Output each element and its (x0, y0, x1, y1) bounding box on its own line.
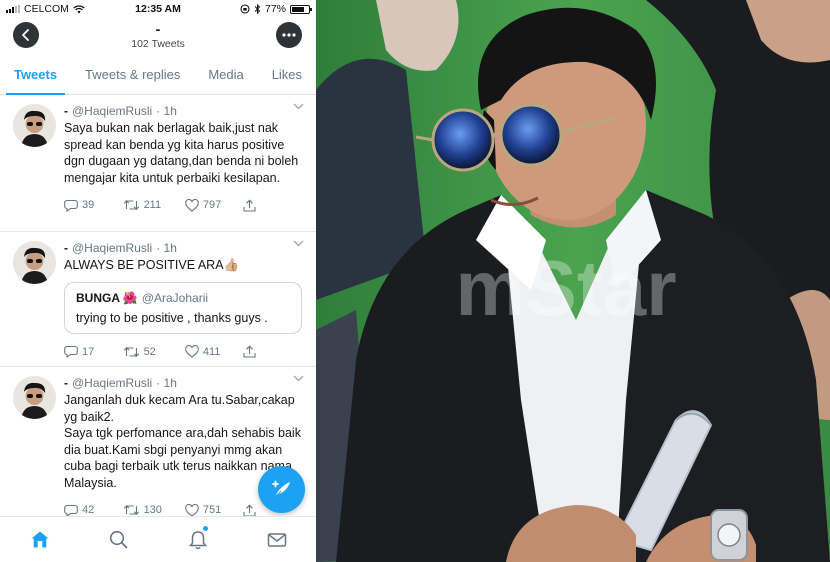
reply-icon (64, 504, 78, 517)
battery-icon (290, 4, 312, 14)
reply-count: 17 (82, 345, 95, 358)
messages-icon (267, 532, 286, 547)
tweet-handle[interactable]: @HaqiemRusli (72, 241, 152, 255)
heart-icon (185, 503, 199, 517)
nav-notifications[interactable] (158, 517, 237, 562)
retweet-button[interactable]: 130 (123, 504, 185, 516)
retweet-button[interactable]: 211 (123, 199, 185, 211)
nav-home[interactable] (0, 517, 79, 562)
quoted-tweet[interactable]: BUNGA 🌺 @AraJoharii trying to be positiv… (64, 281, 302, 334)
tweet-text: Saya bukan nak berlagak baik,just nak sp… (64, 121, 299, 185)
profile-header: - 102 Tweets (0, 18, 316, 54)
share-button[interactable] (243, 345, 302, 358)
twitter-profile-screen: CELCOM 12:35 AM 77% - 102 Tweets Tweets … (0, 0, 316, 562)
like-button[interactable]: 411 (185, 345, 244, 358)
chevron-left-icon (22, 29, 29, 41)
reply-count: 42 (82, 504, 95, 516)
more-options-button[interactable] (276, 22, 302, 48)
tweet-count: 102 Tweets (131, 38, 185, 50)
reply-icon (64, 345, 78, 358)
retweet-icon (123, 505, 139, 515)
compose-feather-icon (271, 480, 290, 497)
tweet-author-name[interactable]: - (64, 376, 68, 390)
tweet-author-name[interactable]: - (64, 241, 68, 255)
heart-icon (185, 198, 199, 212)
profile-name: - (155, 21, 161, 37)
avatar[interactable] (13, 104, 56, 147)
tab-tweets-and-replies[interactable]: Tweets & replies (71, 54, 194, 94)
avatar[interactable] (13, 376, 56, 419)
heart-icon (185, 345, 199, 358)
tweet[interactable]: - @HaqiemRusli · 1h ALWAYS BE POSITIVE A… (0, 232, 316, 367)
tab-likes[interactable]: Likes (258, 54, 316, 94)
share-button[interactable] (243, 199, 302, 212)
like-count: 751 (202, 504, 222, 516)
like-button[interactable]: 797 (185, 198, 244, 212)
chevron-down-icon[interactable] (293, 240, 304, 247)
more-dots-icon (282, 33, 296, 37)
reply-button[interactable]: 39 (64, 199, 123, 212)
reply-button[interactable]: 42 (64, 504, 123, 517)
signal-icon (6, 5, 20, 13)
notification-dot (202, 526, 208, 531)
nav-search[interactable] (79, 517, 158, 562)
tweet-time: · 1h (156, 241, 177, 255)
orientation-lock-icon (240, 4, 250, 14)
tweet[interactable]: - @HaqiemRusli · 1h Saya bukan nak berla… (0, 95, 316, 232)
profile-tabs: Tweets Tweets & replies Media Likes (0, 54, 316, 95)
search-icon (109, 530, 128, 549)
chevron-down-icon[interactable] (293, 375, 304, 382)
share-icon (243, 199, 257, 212)
tweet-time: · 1h (156, 376, 177, 390)
watermark: mStar (455, 244, 676, 332)
bottom-tab-bar (0, 516, 316, 562)
back-button[interactable] (13, 22, 39, 48)
tab-media[interactable]: Media (194, 54, 257, 94)
reply-button[interactable]: 17 (64, 345, 123, 358)
battery-percent: 77% (264, 3, 286, 15)
home-icon (31, 531, 48, 548)
wifi-icon (73, 4, 85, 13)
like-count: 411 (202, 345, 221, 358)
tweet-actions: 39 211 797 (64, 194, 302, 216)
tweet-actions: 17 52 411 (64, 341, 302, 363)
quoted-text: trying to be positive , thanks guys . (76, 310, 268, 325)
retweet-count: 130 (143, 504, 162, 516)
carrier-name: CELCOM (24, 3, 69, 15)
tweet-handle[interactable]: @HaqiemRusli (72, 104, 152, 118)
share-icon (243, 504, 257, 517)
compose-tweet-button[interactable] (258, 466, 305, 513)
avatar[interactable] (13, 241, 56, 284)
retweet-button[interactable]: 52 (123, 346, 185, 358)
nav-messages[interactable] (237, 517, 316, 562)
tweet-text: ALWAYS BE POSITIVE ARA👍🏼 (64, 258, 240, 272)
quoted-author-name: BUNGA 🌺 (76, 290, 138, 305)
tweet-author-name[interactable]: - (64, 104, 68, 118)
tab-tweets[interactable]: Tweets (0, 54, 71, 95)
notifications-icon (188, 530, 207, 549)
like-count: 797 (202, 199, 222, 211)
retweet-count: 211 (143, 199, 162, 211)
quoted-handle: @AraJoharii (141, 290, 209, 305)
retweet-count: 52 (143, 345, 156, 358)
bluetooth-icon (254, 4, 261, 14)
retweet-icon (123, 346, 139, 357)
like-button[interactable]: 751 (185, 503, 244, 517)
photo-man-in-sunglasses: mStar (316, 0, 830, 562)
tweet-handle[interactable]: @HaqiemRusli (72, 376, 152, 390)
reply-icon (64, 199, 78, 212)
retweet-icon (123, 200, 139, 210)
photo: mStar (316, 0, 830, 562)
tweet-time: · 1h (156, 104, 177, 118)
chevron-down-icon[interactable] (293, 103, 304, 110)
share-icon (243, 345, 257, 358)
status-bar: CELCOM 12:35 AM 77% (0, 0, 316, 18)
reply-count: 39 (82, 199, 95, 211)
